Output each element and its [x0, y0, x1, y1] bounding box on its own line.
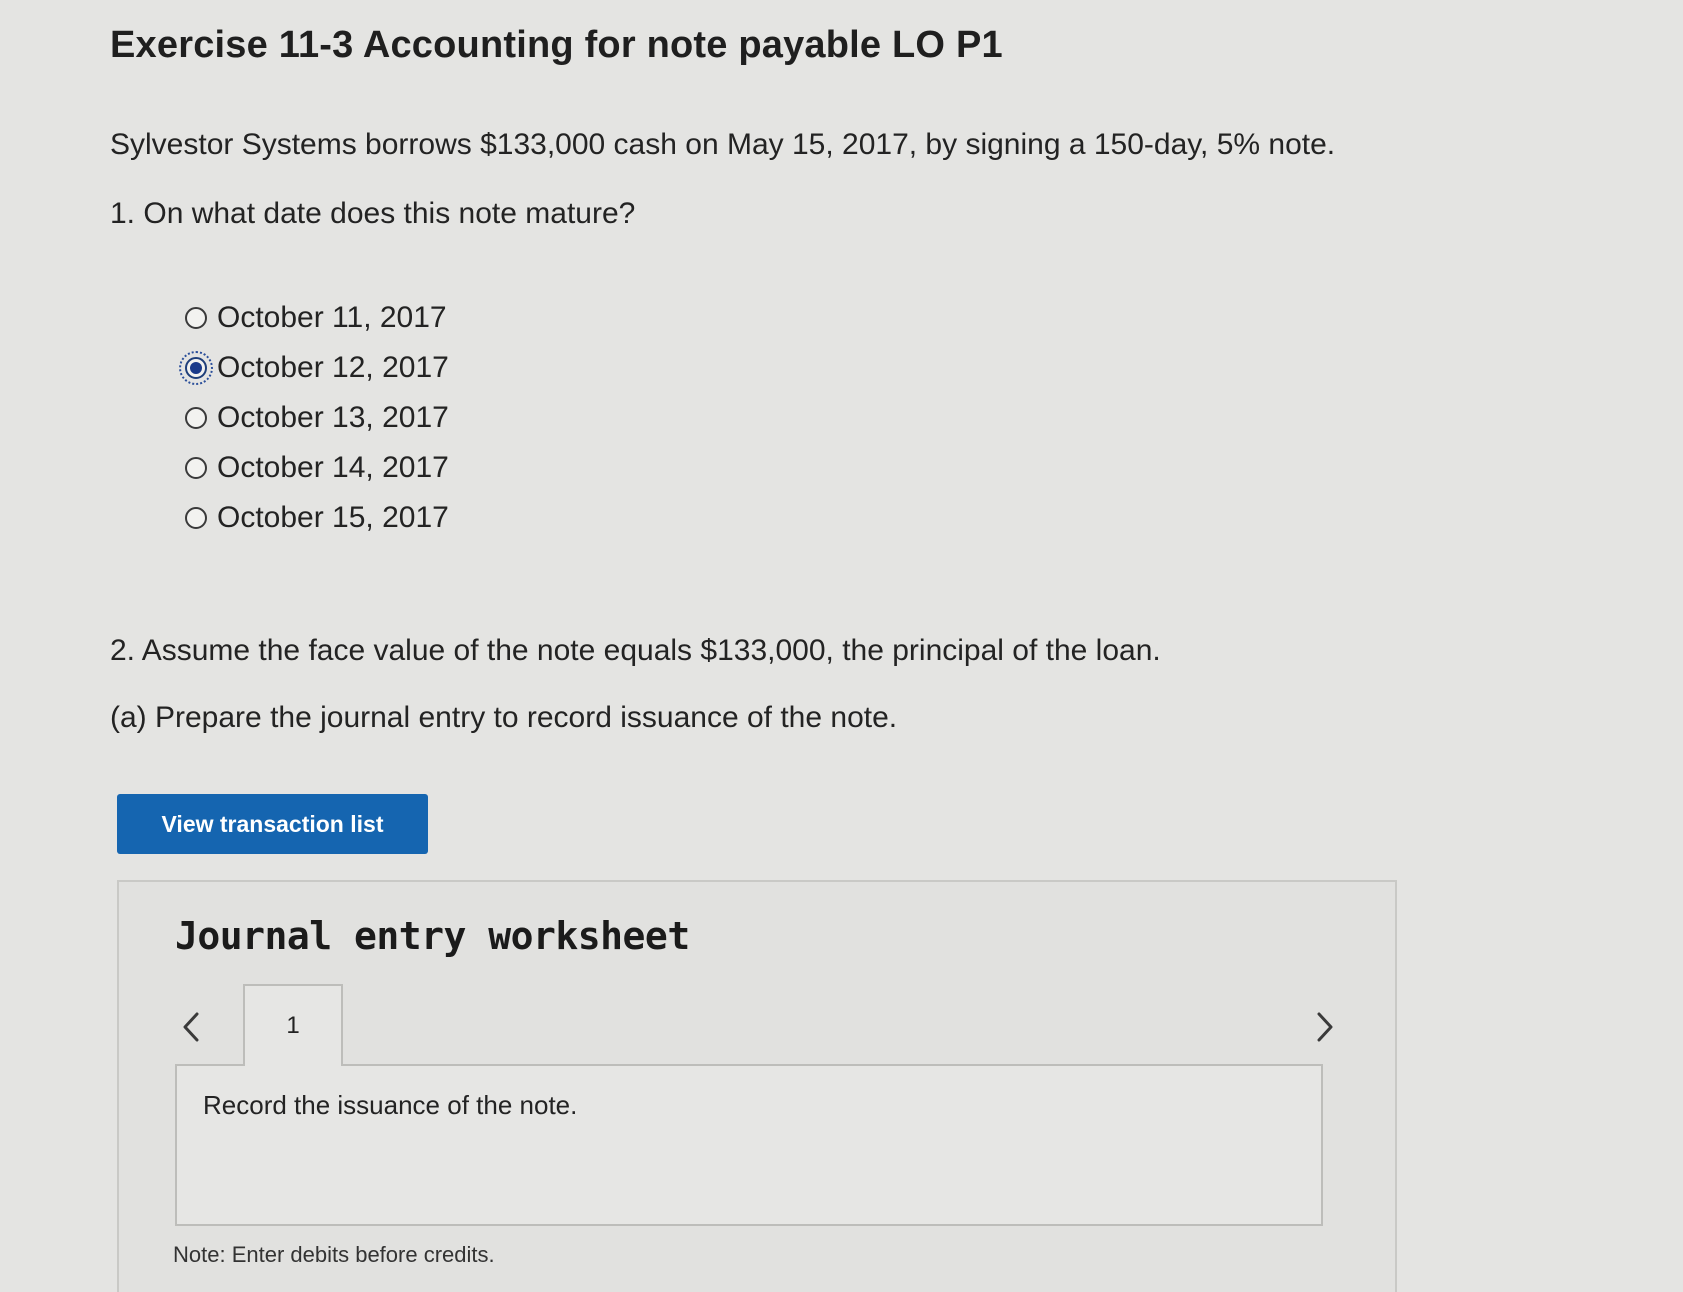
page: Exercise 11-3 Accounting for note payabl… — [0, 0, 1683, 1292]
question-1-prompt: 1. On what date does this note mature? — [110, 197, 636, 230]
next-entry-button[interactable] — [1305, 1002, 1345, 1052]
debits-credits-note: Note: Enter debits before credits. — [173, 1242, 495, 1267]
option-label: October 11, 2017 — [217, 301, 447, 334]
option-october-11[interactable]: October 11, 2017 — [185, 293, 449, 343]
option-label: October 14, 2017 — [217, 451, 449, 484]
chevron-left-icon — [183, 1012, 199, 1042]
journal-entry-worksheet: Journal entry worksheet 1 Record the iss… — [117, 880, 1397, 1292]
question-2-prompt: 2. Assume the face value of the note equ… — [110, 634, 1161, 667]
exercise-title: Exercise 11-3 Accounting for note payabl… — [110, 24, 1003, 66]
radio-button-selected[interactable] — [179, 351, 213, 385]
option-label: October 15, 2017 — [217, 501, 449, 534]
option-label: October 12, 2017 — [217, 351, 449, 384]
previous-entry-button[interactable] — [171, 1002, 211, 1052]
entry-instruction: Record the issuance of the note. — [203, 1090, 578, 1120]
option-label: October 13, 2017 — [217, 401, 449, 434]
question-2a-prompt: (a) Prepare the journal entry to record … — [110, 701, 898, 734]
view-transaction-list-button[interactable]: View transaction list — [117, 794, 428, 854]
maturity-date-options: October 11, 2017 October 12, 2017 Octobe… — [179, 293, 449, 543]
worksheet-title: Journal entry worksheet — [175, 914, 690, 958]
radio-button[interactable] — [185, 507, 207, 529]
exercise-intro: Sylvestor Systems borrows $133,000 cash … — [110, 128, 1336, 161]
entry-instruction-panel: Record the issuance of the note. — [175, 1064, 1323, 1226]
radio-button[interactable] — [185, 307, 207, 329]
radio-button[interactable] — [185, 457, 207, 479]
option-october-12[interactable]: October 12, 2017 — [179, 343, 449, 393]
entry-tab-1[interactable]: 1 — [243, 984, 343, 1066]
chevron-right-icon — [1317, 1012, 1333, 1042]
radio-button[interactable] — [185, 407, 207, 429]
option-october-15[interactable]: October 15, 2017 — [185, 493, 449, 543]
option-october-14[interactable]: October 14, 2017 — [185, 443, 449, 493]
option-october-13[interactable]: October 13, 2017 — [185, 393, 449, 443]
